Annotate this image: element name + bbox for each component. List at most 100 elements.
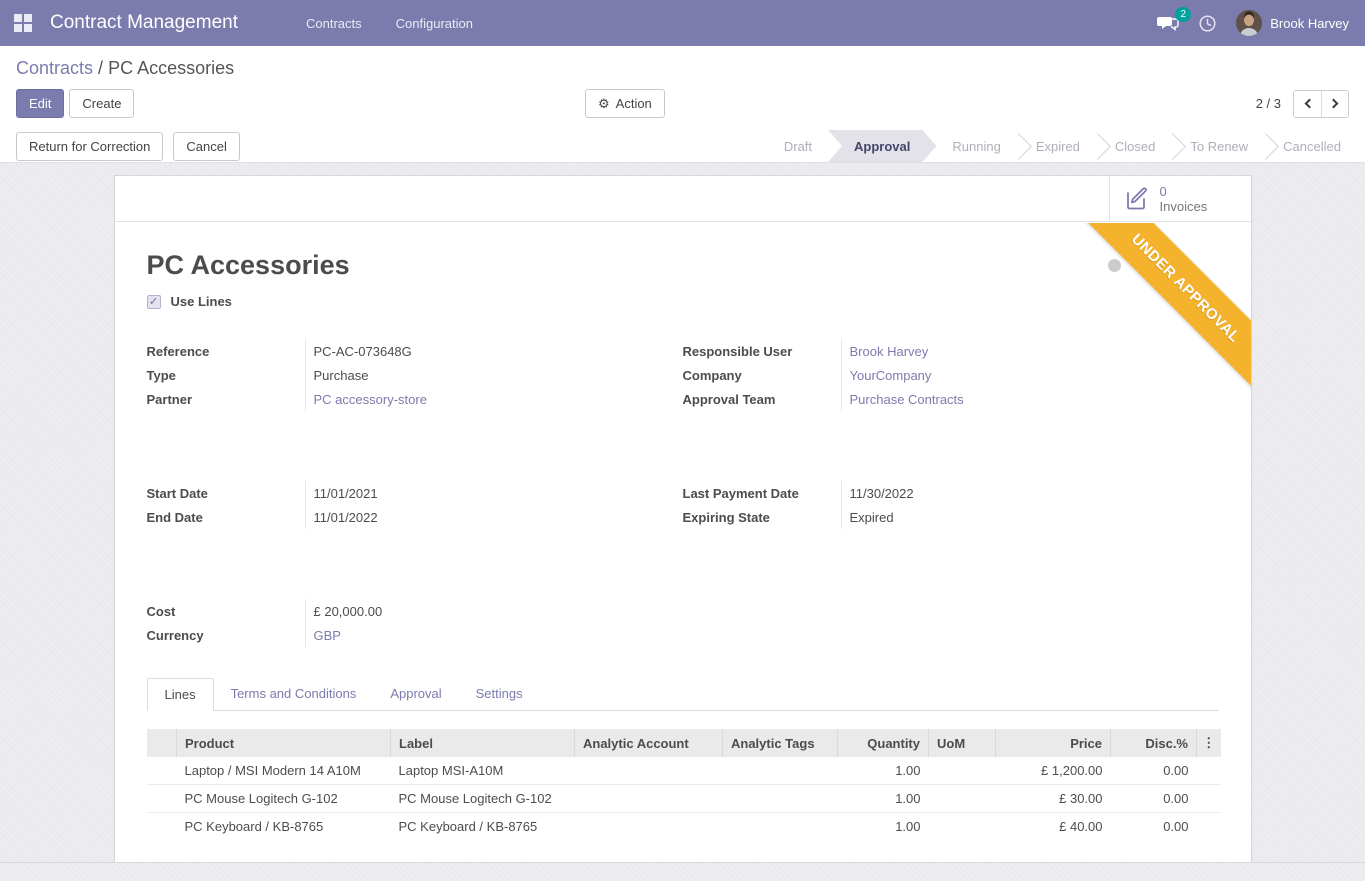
- step-cancelled[interactable]: Cancelled: [1267, 130, 1357, 162]
- start-date-value: 11/01/2021: [305, 481, 683, 505]
- quantity-column-header: Quantity: [838, 729, 929, 757]
- cell-product[interactable]: PC Mouse Logitech G-102: [177, 785, 391, 813]
- line-row[interactable]: Laptop / MSI Modern 14 A10M Laptop MSI-A…: [147, 757, 1221, 785]
- menu-configuration[interactable]: Configuration: [384, 10, 485, 37]
- cell-price[interactable]: £ 40.00: [996, 813, 1111, 841]
- return-for-correction-button[interactable]: Return for Correction: [16, 132, 163, 161]
- uom-column-header: UoM: [929, 729, 996, 757]
- invoices-stat-button[interactable]: 0 Invoices: [1109, 176, 1251, 221]
- partner-value: PC accessory-store: [305, 387, 683, 411]
- cancel-button[interactable]: Cancel: [173, 132, 239, 161]
- page-footer-strip: [0, 863, 1365, 881]
- company-value: YourCompany: [841, 363, 1219, 387]
- cell-price[interactable]: £ 30.00: [996, 785, 1111, 813]
- navbar-right: 2 Brook Harvey: [1157, 10, 1365, 36]
- cell-disc[interactable]: 0.00: [1111, 757, 1197, 785]
- tab-approval[interactable]: Approval: [373, 678, 458, 710]
- menu-contracts[interactable]: Contracts: [294, 10, 374, 37]
- cell-quantity[interactable]: 1.00: [838, 757, 929, 785]
- notebook: Lines Terms and Conditions Approval Sett…: [147, 678, 1219, 863]
- currency-label: Currency: [147, 628, 305, 643]
- cell-label[interactable]: Laptop MSI-A10M: [391, 757, 575, 785]
- cell-analytic-tags[interactable]: [723, 785, 838, 813]
- cost-label: Cost: [147, 604, 305, 619]
- cell-label[interactable]: PC Keyboard / KB-8765: [391, 813, 575, 841]
- cell-label[interactable]: PC Mouse Logitech G-102: [391, 785, 575, 813]
- contract-lines-table: Product Label Analytic Account Analytic …: [147, 729, 1221, 840]
- apps-menu-button[interactable]: [0, 0, 46, 46]
- action-button[interactable]: ⚙ Action: [585, 89, 665, 118]
- end-date-value: 11/01/2022: [305, 505, 683, 529]
- messages-count-badge: 2: [1175, 7, 1191, 22]
- cell-analytic-account[interactable]: [575, 813, 723, 841]
- end-date-label: End Date: [147, 510, 305, 525]
- cell-disc[interactable]: 0.00: [1111, 785, 1197, 813]
- type-label: Type: [147, 368, 305, 383]
- use-lines-field: ✓ Use Lines: [147, 294, 1219, 309]
- partner-label: Partner: [147, 392, 305, 407]
- type-value: Purchase: [305, 363, 683, 387]
- cell-analytic-tags[interactable]: [723, 757, 838, 785]
- cell-uom[interactable]: [929, 757, 996, 785]
- pager-next-button[interactable]: [1321, 91, 1348, 117]
- label-column-header: Label: [391, 729, 575, 757]
- cell-analytic-account[interactable]: [575, 757, 723, 785]
- analytic-account-column-header: Analytic Account: [575, 729, 723, 757]
- optional-columns-toggle-icon[interactable]: ⋮: [1197, 729, 1221, 757]
- invoices-count: 0: [1160, 184, 1208, 199]
- cell-quantity[interactable]: 1.00: [838, 813, 929, 841]
- invoices-label: Invoices: [1160, 199, 1208, 214]
- breadcrumb-parent-link[interactable]: Contracts: [16, 58, 93, 78]
- row-handle: [147, 785, 177, 813]
- control-buttons-row: Edit Create ⚙ Action 2 / 3: [0, 79, 1365, 130]
- cell-product[interactable]: PC Keyboard / KB-8765: [177, 813, 391, 841]
- step-draft[interactable]: Draft: [768, 130, 828, 162]
- breadcrumb-separator: /: [98, 58, 108, 78]
- cell-disc[interactable]: 0.00: [1111, 813, 1197, 841]
- pager: 2 / 3: [1256, 90, 1349, 118]
- edit-button[interactable]: Edit: [16, 89, 64, 118]
- breadcrumb-current: PC Accessories: [108, 58, 234, 78]
- handle-column-header: [147, 729, 177, 757]
- analytic-tags-column-header: Analytic Tags: [723, 729, 838, 757]
- chevron-left-icon: [1304, 99, 1314, 109]
- chevron-right-icon: [1329, 99, 1339, 109]
- sheet-header: 0 Invoices: [115, 176, 1251, 222]
- line-row[interactable]: PC Mouse Logitech G-102 PC Mouse Logitec…: [147, 785, 1221, 813]
- activity-clock-icon[interactable]: [1199, 15, 1216, 32]
- form-sheet: 0 Invoices UNDER APPROVAL PC Accessories…: [114, 175, 1252, 863]
- kanban-state-dot[interactable]: [1108, 259, 1121, 272]
- cell-uom[interactable]: [929, 813, 996, 841]
- currency-value: GBP: [305, 623, 683, 647]
- edit-pencil-icon: [1124, 186, 1150, 212]
- responsible-user-value: Brook Harvey: [841, 339, 1219, 363]
- tab-lines[interactable]: Lines: [147, 678, 214, 711]
- cell-analytic-tags[interactable]: [723, 813, 838, 841]
- product-column-header: Product: [177, 729, 391, 757]
- step-approval[interactable]: Approval: [828, 130, 936, 162]
- tab-terms-and-conditions[interactable]: Terms and Conditions: [214, 678, 374, 710]
- create-button[interactable]: Create: [69, 89, 134, 118]
- user-menu[interactable]: Brook Harvey: [1236, 10, 1349, 36]
- cell-uom[interactable]: [929, 785, 996, 813]
- record-title: PC Accessories: [147, 250, 1219, 281]
- cell-analytic-account[interactable]: [575, 785, 723, 813]
- pager-value: 2 / 3: [1256, 96, 1281, 111]
- lines-header-row: Product Label Analytic Account Analytic …: [147, 729, 1221, 757]
- cell-quantity[interactable]: 1.00: [838, 785, 929, 813]
- use-lines-checkbox[interactable]: ✓: [147, 295, 161, 309]
- notebook-tabs: Lines Terms and Conditions Approval Sett…: [147, 678, 1219, 711]
- pager-previous-button[interactable]: [1294, 91, 1321, 117]
- cell-product[interactable]: Laptop / MSI Modern 14 A10M: [177, 757, 391, 785]
- navbar-menus: Contracts Configuration: [294, 10, 485, 37]
- line-row[interactable]: PC Keyboard / KB-8765 PC Keyboard / KB-8…: [147, 813, 1221, 841]
- messages-button[interactable]: 2: [1157, 14, 1179, 32]
- last-payment-date-value: 11/30/2022: [841, 481, 1219, 505]
- cell-price[interactable]: £ 1,200.00: [996, 757, 1111, 785]
- tab-settings[interactable]: Settings: [459, 678, 540, 710]
- field-group-cost: Cost £ 20,000.00 Currency GBP: [147, 599, 1219, 647]
- row-handle: [147, 757, 177, 785]
- cost-value: £ 20,000.00: [305, 599, 683, 623]
- row-handle: [147, 813, 177, 841]
- app-title[interactable]: Contract Management: [50, 12, 238, 34]
